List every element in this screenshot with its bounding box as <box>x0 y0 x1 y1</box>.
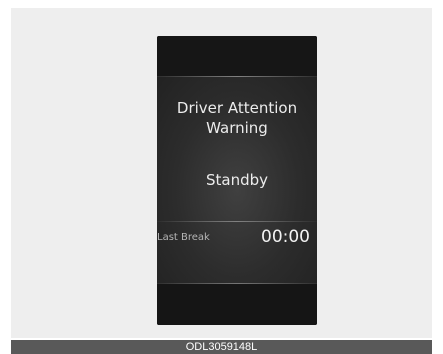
display-bottom-band <box>157 284 317 325</box>
last-break-time: 00:00 <box>261 227 310 247</box>
bottom-divider <box>157 283 317 284</box>
cluster-display: Driver Attention Warning Standby Last Br… <box>157 36 317 325</box>
warning-title: Driver Attention Warning <box>157 98 317 138</box>
image-code-caption: ODL3059148L <box>185 341 258 353</box>
warning-title-line1: Driver Attention <box>176 99 298 117</box>
last-break-label: Last Break <box>157 232 210 243</box>
middle-divider <box>157 221 317 222</box>
figure-panel: Driver Attention Warning Standby Last Br… <box>11 8 432 338</box>
caption-bar: ODL3059148L <box>11 340 432 354</box>
top-divider <box>157 76 317 77</box>
warning-title-line2: Warning <box>206 119 268 137</box>
display-top-band <box>157 36 317 76</box>
status-text: Standby <box>205 171 269 189</box>
